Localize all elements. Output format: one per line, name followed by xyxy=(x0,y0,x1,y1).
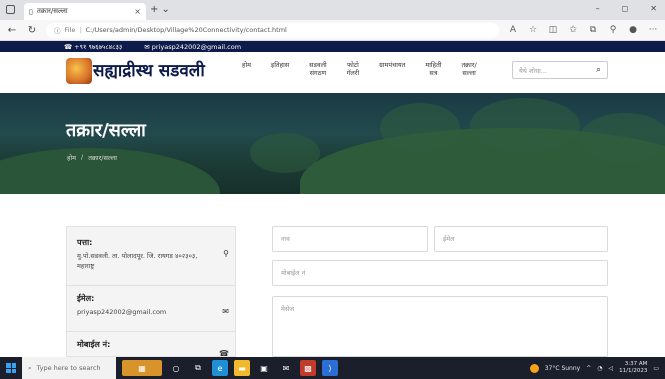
menu-item-home[interactable]: होम xyxy=(232,61,261,77)
mobile-label: मोबाईल नं: xyxy=(77,340,111,349)
breadcrumb-current: तक्रार/सल्ला xyxy=(88,154,117,162)
name-input[interactable]: नाव xyxy=(272,226,428,252)
search-icon[interactable]: ⌕ xyxy=(596,65,601,75)
maximize-icon[interactable]: ◻ xyxy=(622,4,629,13)
profile-icon[interactable]: ● xyxy=(627,25,639,35)
more-menu-icon[interactable]: ··· xyxy=(647,25,659,35)
new-tab-button[interactable]: + ⌄ xyxy=(150,4,170,15)
file-explorer-icon[interactable]: ▬ xyxy=(234,360,250,376)
windows-logo-icon xyxy=(6,363,16,373)
search-icon: ⌕ xyxy=(28,363,32,372)
contact-topbar: ☎ +९१ ९७६७५८४८३३ ✉ priyasp242002@gmail.c… xyxy=(0,41,665,52)
network-icon[interactable]: ◔ xyxy=(597,365,602,372)
tab-title: तक्रार/सल्ला xyxy=(36,7,68,15)
url-scheme: File xyxy=(64,26,76,34)
notification-icon[interactable]: ▭ xyxy=(653,365,659,372)
window-controls: – ◻ ✕ xyxy=(596,4,657,13)
main-menu: होम इतिहास सडवली संगठण फोटो गॅलरी ग्रामपंच… xyxy=(232,61,487,77)
mobile-block: मोबाईल नं: xyxy=(77,339,229,350)
taskbar-search[interactable]: ⌕ Type here to search xyxy=(22,357,116,379)
weather-text[interactable]: 37°C Sunny xyxy=(545,365,581,372)
system-tray: 37°C Sunny ^ ◔ ◁ 3:37 AM 11/1/2023 ▭ xyxy=(529,361,665,375)
message-textarea[interactable]: मेसेज xyxy=(272,296,608,357)
menu-item-info-session[interactable]: माहिती सत्र xyxy=(415,61,451,77)
edge-browser-icon[interactable]: e xyxy=(212,360,228,376)
menu-item-organization[interactable]: सडवली संगठण xyxy=(299,61,337,77)
mobile-input[interactable]: मोबाईल नं xyxy=(272,260,608,286)
read-aloud-icon[interactable]: A xyxy=(507,25,519,35)
breadcrumb-home[interactable]: होम xyxy=(67,153,76,162)
address-label: पत्ता: xyxy=(77,238,93,247)
brand-name[interactable]: सह्याद्रीस्थ सडवली xyxy=(93,58,205,81)
breadcrumb: होम / तक्रार/सल्ला xyxy=(67,153,117,162)
start-button[interactable] xyxy=(0,363,22,373)
taskbar-search-input[interactable]: Type here to search xyxy=(37,364,101,372)
url-field[interactable]: ⓘ File | C:/Users/admin/Desktop/Village%… xyxy=(46,22,499,38)
app-icon[interactable]: ▩ xyxy=(300,360,316,376)
address-block: पत्ता: मु.पो.सडवली. ता. पोलादपूर. जि. रा… xyxy=(77,237,229,271)
email-value: priyasp242002@gmail.com xyxy=(77,308,167,316)
mail-icon[interactable]: ✉ xyxy=(278,360,294,376)
windows-taskbar: ⌕ Type here to search ▦ ○ ⧉ e ▬ ▣ ✉ ▩ ⟩ … xyxy=(0,357,665,379)
split-screen-icon[interactable]: ◫ xyxy=(547,25,559,35)
close-window-icon[interactable]: ✕ xyxy=(650,4,657,13)
tray-chevron-icon[interactable]: ^ xyxy=(586,365,591,372)
email-label: ईमेल: xyxy=(77,294,95,303)
mail-icon: ✉ xyxy=(144,42,152,51)
task-view-icon[interactable]: ⧉ xyxy=(190,360,206,376)
topbar-email: ✉ priyasp242002@gmail.com xyxy=(144,42,242,51)
email-block: ईमेल: priyasp242002@gmail.com xyxy=(77,293,229,317)
menu-item-grampanchayat[interactable]: ग्रामपंचायत xyxy=(369,61,415,77)
site-logo[interactable] xyxy=(66,58,92,84)
tab-actions-icon[interactable] xyxy=(6,5,15,14)
site-search-box[interactable]: येथे शोधा... ⌕ xyxy=(512,61,608,79)
favorites-icon[interactable]: ✩ xyxy=(567,25,579,35)
minimize-icon[interactable]: – xyxy=(596,4,600,13)
volume-icon[interactable]: ◁ xyxy=(609,365,614,372)
back-icon[interactable]: ← xyxy=(6,25,18,36)
clock[interactable]: 3:37 AM 11/1/2023 xyxy=(619,361,647,375)
url-separator: | xyxy=(79,26,82,34)
clock-time: 3:37 AM xyxy=(624,361,648,367)
favorite-star-icon[interactable]: ☆ xyxy=(527,25,539,35)
contact-info-card: पत्ता: मु.पो.सडवली. ता. पोलादपूर. जि. रा… xyxy=(66,226,236,358)
info-divider xyxy=(67,285,235,286)
breadcrumb-separator: / xyxy=(81,153,84,161)
menu-item-gallery[interactable]: फोटो गॅलरी xyxy=(337,61,369,77)
envelope-icon: ✉ xyxy=(222,307,229,316)
page-icon: ▯ xyxy=(29,7,33,16)
cortana-icon[interactable]: ○ xyxy=(168,360,184,376)
menu-item-contact[interactable]: तक्रार/सल्ला xyxy=(451,61,486,77)
refresh-icon[interactable]: ↻ xyxy=(26,25,38,36)
address-value: मु.पो.सडवली. ता. पोलादपूर. जि. रायगड ४०२… xyxy=(77,252,198,270)
vscode-icon[interactable]: ⟩ xyxy=(322,360,338,376)
phone-icon: ☎ xyxy=(64,43,75,51)
search-input[interactable]: येथे शोधा... xyxy=(519,66,547,75)
store-icon[interactable]: ▣ xyxy=(256,360,272,376)
hero-banner xyxy=(0,93,665,194)
info-divider xyxy=(67,331,235,332)
url-text: C:/Users/admin/Desktop/Village%20Connect… xyxy=(85,26,287,34)
email-input[interactable]: ईमेल xyxy=(434,226,608,252)
clock-date: 11/1/2023 xyxy=(619,368,648,374)
info-icon[interactable]: ⓘ xyxy=(54,25,61,35)
phone-number: ☎ +९१ ९७६७५८४८३३ xyxy=(64,43,123,51)
menu-item-history[interactable]: इतिहास xyxy=(261,61,299,77)
weather-sun-icon xyxy=(529,363,539,373)
location-pin-icon: ⚲ xyxy=(223,249,229,258)
page-title: तक्रार/सल्ला xyxy=(66,120,146,141)
browser-tab[interactable]: ▯ तक्रार/सल्ला × xyxy=(24,3,146,20)
news-widget-icon[interactable]: ▦ xyxy=(122,360,162,376)
extensions-icon[interactable]: ⚲ xyxy=(607,25,619,35)
collections-icon[interactable]: ⧉ xyxy=(587,25,599,35)
address-bar: ← ↻ ⓘ File | C:/Users/admin/Desktop/Vill… xyxy=(0,20,665,41)
close-tab-icon[interactable]: × xyxy=(134,7,141,16)
